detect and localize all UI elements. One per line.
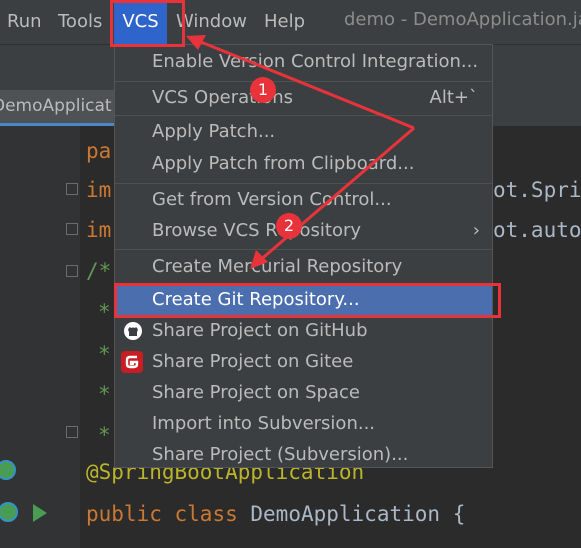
step-badge-1: 1 (250, 77, 276, 103)
arrow-line-1 (195, 38, 415, 130)
annotation-arrows (186, 35, 415, 269)
arrow-head-2 (250, 250, 268, 269)
step-badge-2: 2 (276, 213, 302, 239)
arrow-line-2 (257, 126, 415, 264)
